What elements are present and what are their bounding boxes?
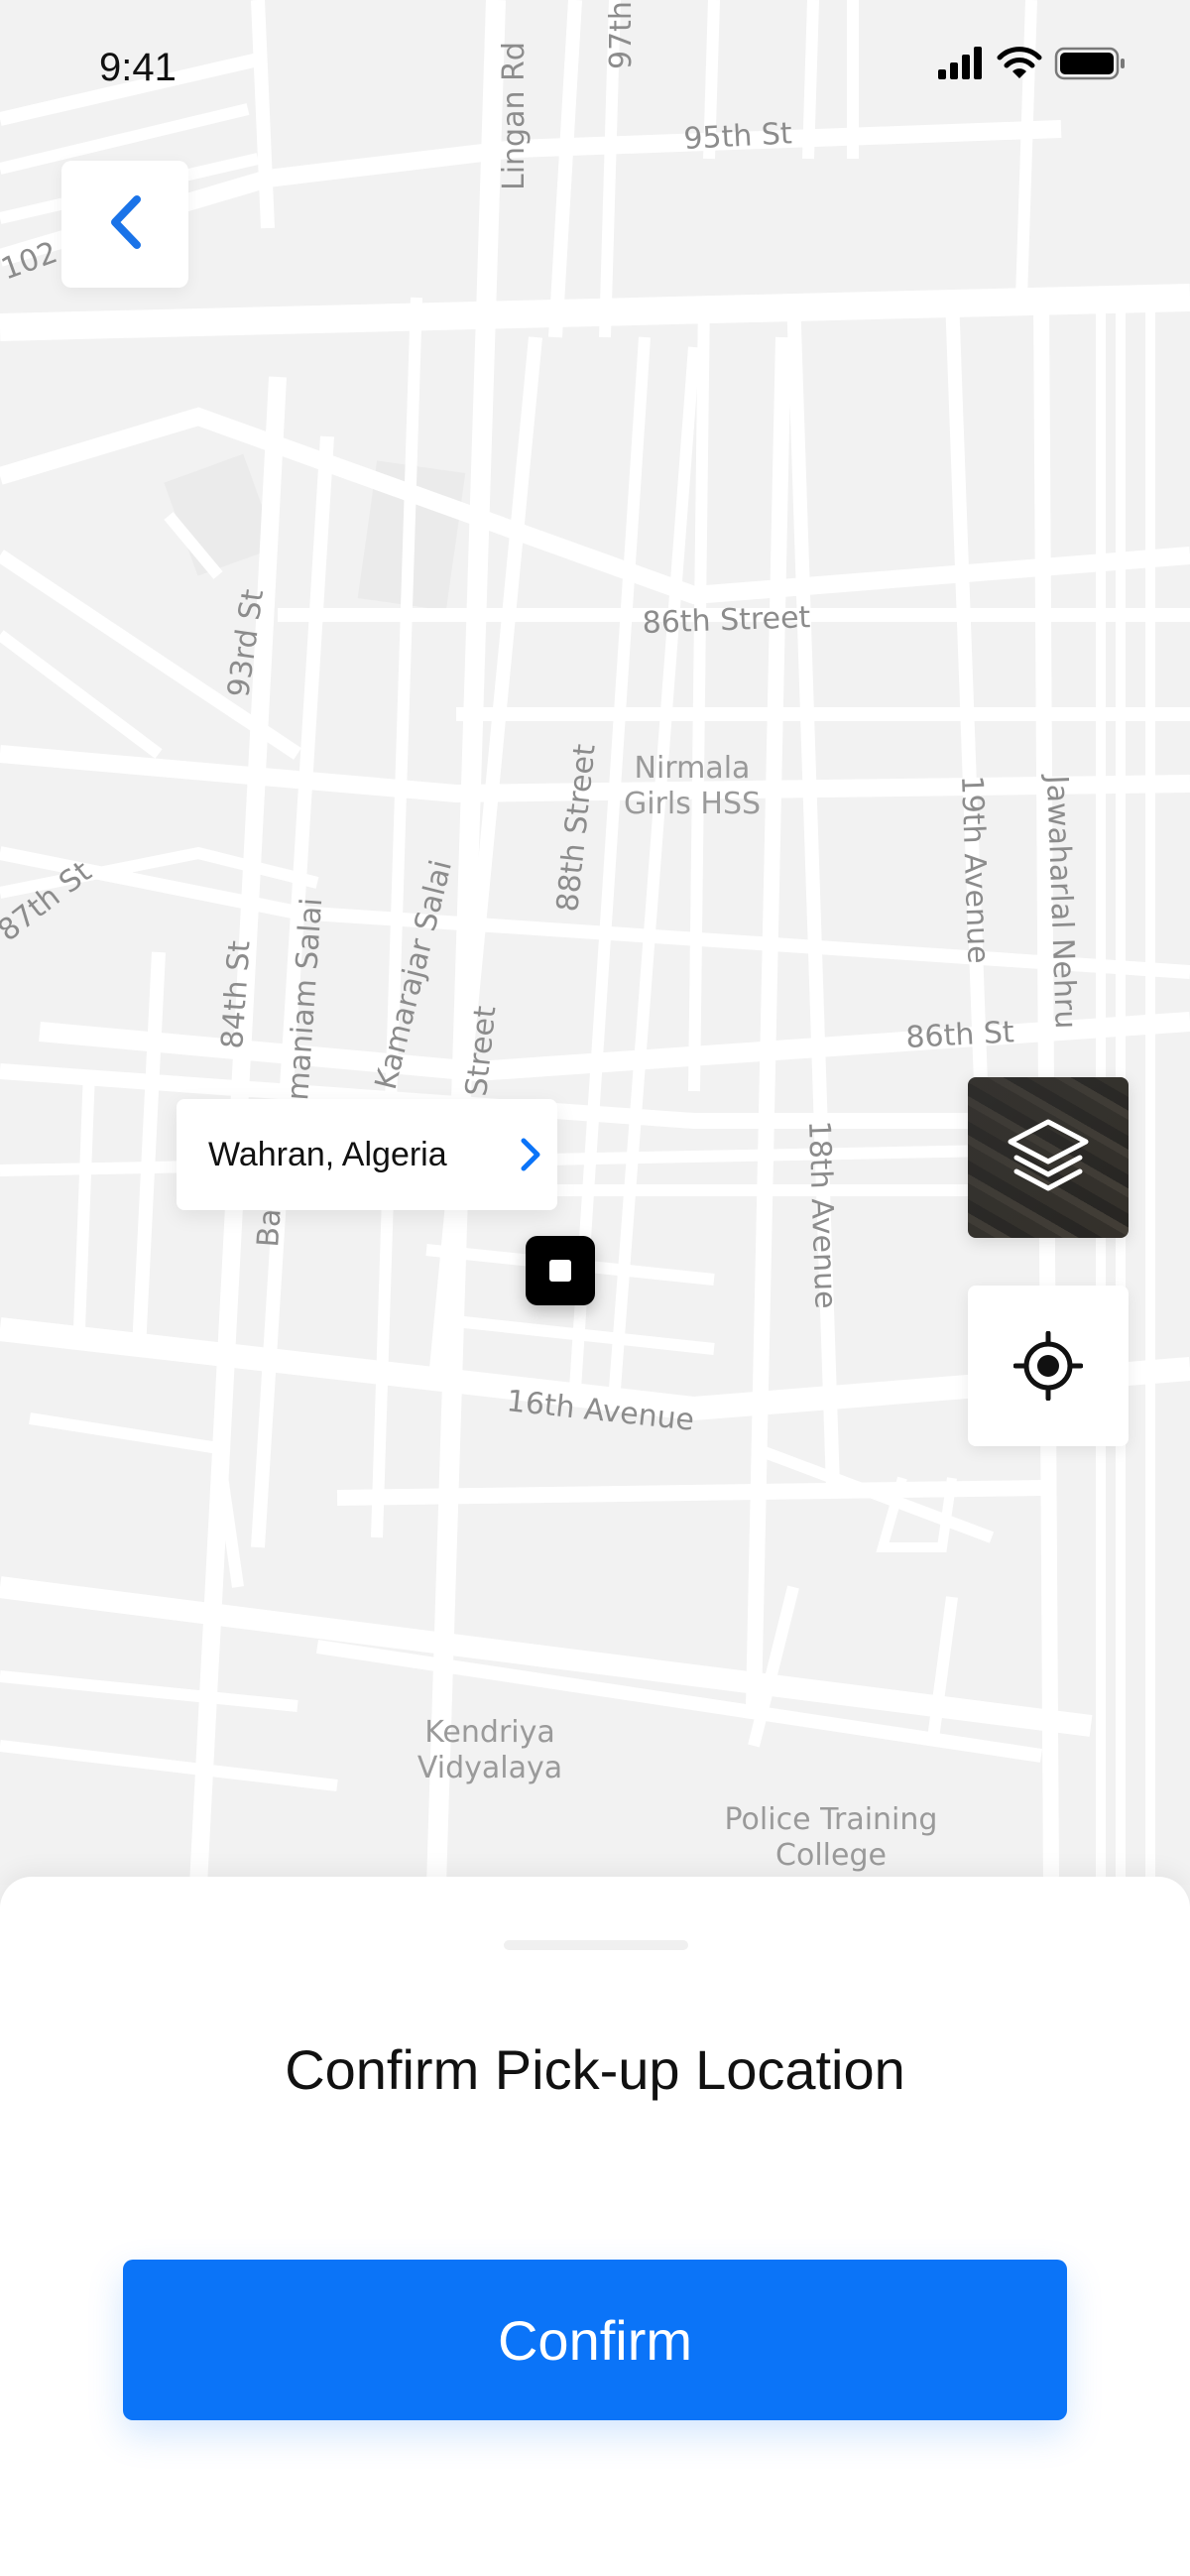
poi-label-police-2: College	[775, 1838, 887, 1873]
poi-label-nirmala-1: Nirmala	[635, 751, 751, 786]
sheet-drag-handle[interactable]	[504, 1940, 688, 1950]
wifi-icon	[997, 47, 1042, 78]
confirm-button[interactable]: Confirm	[123, 2260, 1067, 2420]
battery-icon	[1054, 47, 1125, 80]
poi-label-nirmala-2: Girls HSS	[624, 787, 761, 821]
road-label-ba: Ba	[251, 1207, 289, 1248]
pickup-location-text: Wahran, Algeria	[208, 1135, 447, 1173]
map-layers-button[interactable]	[968, 1077, 1129, 1238]
status-icons	[932, 44, 1190, 83]
pickup-confirm-screen: 97th Lingan Rd 95th St 102 86th Street 9…	[0, 0, 1190, 2576]
status-time: 9:41	[99, 46, 177, 89]
chevron-left-icon	[105, 193, 145, 256]
pickup-pin-marker[interactable]	[526, 1236, 595, 1305]
bottom-sheet: Confirm Pick-up Location Confirm	[0, 1877, 1190, 2576]
poi-label-kendriya-1: Kendriya	[424, 1715, 555, 1750]
road-label-18th-avenue: 18th Avenue	[801, 1120, 843, 1309]
road-label-19th-avenue: 19th Avenue	[954, 775, 996, 964]
back-button[interactable]	[61, 161, 188, 288]
pin-center	[549, 1260, 571, 1282]
my-location-button[interactable]	[968, 1286, 1129, 1446]
signal-icon	[938, 47, 982, 79]
status-bar: 9:41	[0, 0, 1190, 139]
poi-label-police-1: Police Training	[725, 1802, 938, 1837]
poi-label-kendriya-2: Vidyalaya	[417, 1751, 562, 1785]
sheet-title: Confirm Pick-up Location	[285, 2038, 905, 2101]
pickup-location-pill[interactable]: Wahran, Algeria	[177, 1099, 557, 1210]
road-label-86th-st: 86th St	[905, 1015, 1015, 1055]
road-label-86th-street: 86th Street	[642, 600, 811, 641]
